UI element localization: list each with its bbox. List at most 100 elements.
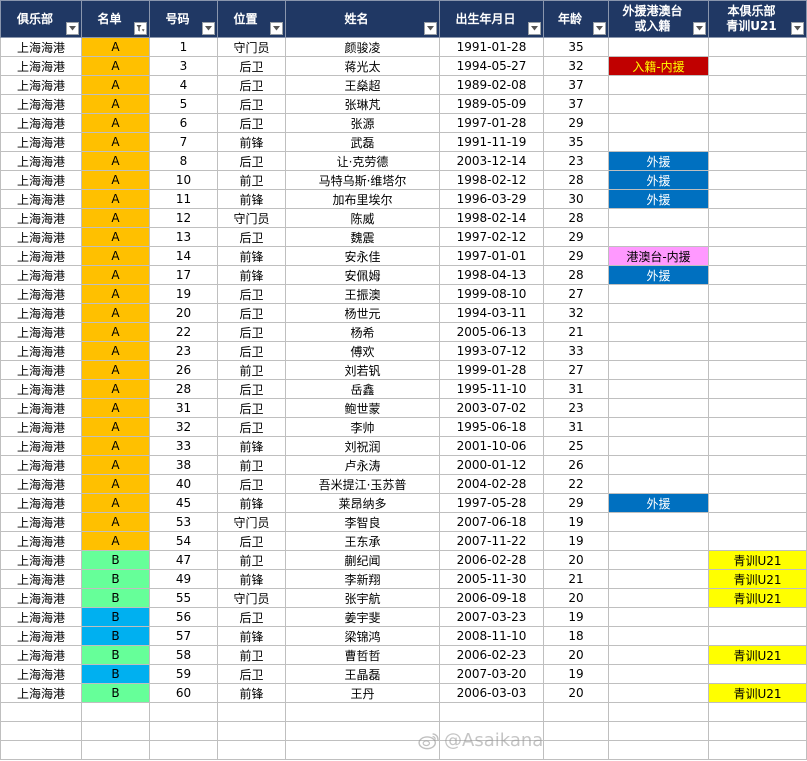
cell-list[interactable]: A xyxy=(81,417,150,437)
cell-foreign-status[interactable] xyxy=(608,550,709,570)
cell-age[interactable]: 28 xyxy=(543,170,609,190)
cell-age[interactable]: 37 xyxy=(543,75,609,95)
empty-cell[interactable] xyxy=(149,702,218,722)
cell-club[interactable]: 上海海港 xyxy=(0,360,82,380)
cell-list[interactable]: B xyxy=(81,645,150,665)
cell-club[interactable]: 上海海港 xyxy=(0,550,82,570)
cell-age[interactable]: 27 xyxy=(543,284,609,304)
cell-name[interactable]: 安佩姆 xyxy=(285,265,440,285)
cell-age[interactable]: 35 xyxy=(543,37,609,57)
cell-dob[interactable]: 2000-01-12 xyxy=(439,455,544,475)
cell-list[interactable]: A xyxy=(81,75,150,95)
cell-list[interactable]: A xyxy=(81,56,150,76)
cell-number[interactable]: 22 xyxy=(149,322,218,342)
cell-youth[interactable] xyxy=(708,417,807,437)
cell-number[interactable]: 8 xyxy=(149,151,218,171)
cell-name[interactable]: 魏震 xyxy=(285,227,440,247)
cell-position[interactable]: 前锋 xyxy=(217,569,286,589)
cell-number[interactable]: 45 xyxy=(149,493,218,513)
cell-name[interactable]: 曹哲哲 xyxy=(285,645,440,665)
cell-number[interactable]: 26 xyxy=(149,360,218,380)
cell-list[interactable]: A xyxy=(81,113,150,133)
cell-dob[interactable]: 2006-02-28 xyxy=(439,550,544,570)
cell-name[interactable]: 蒋光太 xyxy=(285,56,440,76)
empty-cell[interactable] xyxy=(608,702,709,722)
cell-number[interactable]: 5 xyxy=(149,94,218,114)
cell-foreign-status[interactable] xyxy=(608,474,709,494)
cell-position[interactable]: 后卫 xyxy=(217,341,286,361)
cell-foreign-status[interactable] xyxy=(608,512,709,532)
empty-cell[interactable] xyxy=(217,702,286,722)
cell-position[interactable]: 守门员 xyxy=(217,512,286,532)
cell-dob[interactable]: 1997-01-01 xyxy=(439,246,544,266)
cell-youth[interactable] xyxy=(708,151,807,171)
cell-club[interactable]: 上海海港 xyxy=(0,474,82,494)
cell-position[interactable]: 前锋 xyxy=(217,132,286,152)
cell-position[interactable]: 后卫 xyxy=(217,75,286,95)
cell-club[interactable]: 上海海港 xyxy=(0,265,82,285)
cell-club[interactable]: 上海海港 xyxy=(0,455,82,475)
filter-dropdown-icon[interactable] xyxy=(593,22,606,35)
cell-number[interactable]: 60 xyxy=(149,683,218,703)
cell-position[interactable]: 后卫 xyxy=(217,303,286,323)
empty-cell[interactable] xyxy=(543,721,609,741)
cell-club[interactable]: 上海海港 xyxy=(0,189,82,209)
cell-number[interactable]: 1 xyxy=(149,37,218,57)
cell-foreign-status[interactable]: 外援 xyxy=(608,493,709,513)
cell-club[interactable]: 上海海港 xyxy=(0,436,82,456)
cell-name[interactable]: 李新翔 xyxy=(285,569,440,589)
cell-position[interactable]: 守门员 xyxy=(217,208,286,228)
cell-list[interactable]: A xyxy=(81,512,150,532)
cell-club[interactable]: 上海海港 xyxy=(0,531,82,551)
cell-dob[interactable]: 1997-05-28 xyxy=(439,493,544,513)
cell-position[interactable]: 后卫 xyxy=(217,227,286,247)
cell-club[interactable]: 上海海港 xyxy=(0,607,82,627)
cell-name[interactable]: 张宇航 xyxy=(285,588,440,608)
cell-youth[interactable] xyxy=(708,227,807,247)
empty-cell[interactable] xyxy=(217,740,286,760)
cell-list[interactable]: B xyxy=(81,683,150,703)
cell-number[interactable]: 38 xyxy=(149,455,218,475)
cell-youth[interactable]: 青训U21 xyxy=(708,550,807,570)
cell-youth[interactable] xyxy=(708,493,807,513)
cell-club[interactable]: 上海海港 xyxy=(0,493,82,513)
cell-foreign-status[interactable] xyxy=(608,664,709,684)
cell-number[interactable]: 17 xyxy=(149,265,218,285)
empty-cell[interactable] xyxy=(708,721,807,741)
cell-position[interactable]: 前锋 xyxy=(217,683,286,703)
cell-youth[interactable] xyxy=(708,284,807,304)
cell-dob[interactable]: 1994-05-27 xyxy=(439,56,544,76)
cell-dob[interactable]: 1998-02-14 xyxy=(439,208,544,228)
cell-name[interactable]: 李智良 xyxy=(285,512,440,532)
empty-cell[interactable] xyxy=(285,702,440,722)
cell-list[interactable]: A xyxy=(81,341,150,361)
cell-dob[interactable]: 2007-03-20 xyxy=(439,664,544,684)
cell-position[interactable]: 后卫 xyxy=(217,284,286,304)
cell-number[interactable]: 13 xyxy=(149,227,218,247)
cell-name[interactable]: 王丹 xyxy=(285,683,440,703)
cell-number[interactable]: 55 xyxy=(149,588,218,608)
empty-cell[interactable] xyxy=(0,740,82,760)
cell-name[interactable]: 让·克劳德 xyxy=(285,151,440,171)
cell-list[interactable]: A xyxy=(81,455,150,475)
cell-youth[interactable]: 青训U21 xyxy=(708,588,807,608)
cell-foreign-status[interactable] xyxy=(608,341,709,361)
cell-club[interactable]: 上海海港 xyxy=(0,94,82,114)
cell-name[interactable]: 姜宇斐 xyxy=(285,607,440,627)
cell-name[interactable]: 王晶磊 xyxy=(285,664,440,684)
cell-number[interactable]: 11 xyxy=(149,189,218,209)
cell-youth[interactable]: 青训U21 xyxy=(708,645,807,665)
cell-list[interactable]: A xyxy=(81,94,150,114)
cell-dob[interactable]: 1994-03-11 xyxy=(439,303,544,323)
cell-age[interactable]: 20 xyxy=(543,683,609,703)
empty-cell[interactable] xyxy=(81,702,150,722)
cell-club[interactable]: 上海海港 xyxy=(0,417,82,437)
cell-number[interactable]: 28 xyxy=(149,379,218,399)
cell-club[interactable]: 上海海港 xyxy=(0,626,82,646)
empty-cell[interactable] xyxy=(285,740,440,760)
cell-list[interactable]: A xyxy=(81,284,150,304)
cell-list[interactable]: A xyxy=(81,322,150,342)
cell-foreign-status[interactable] xyxy=(608,436,709,456)
cell-foreign-status[interactable] xyxy=(608,94,709,114)
cell-youth[interactable] xyxy=(708,56,807,76)
